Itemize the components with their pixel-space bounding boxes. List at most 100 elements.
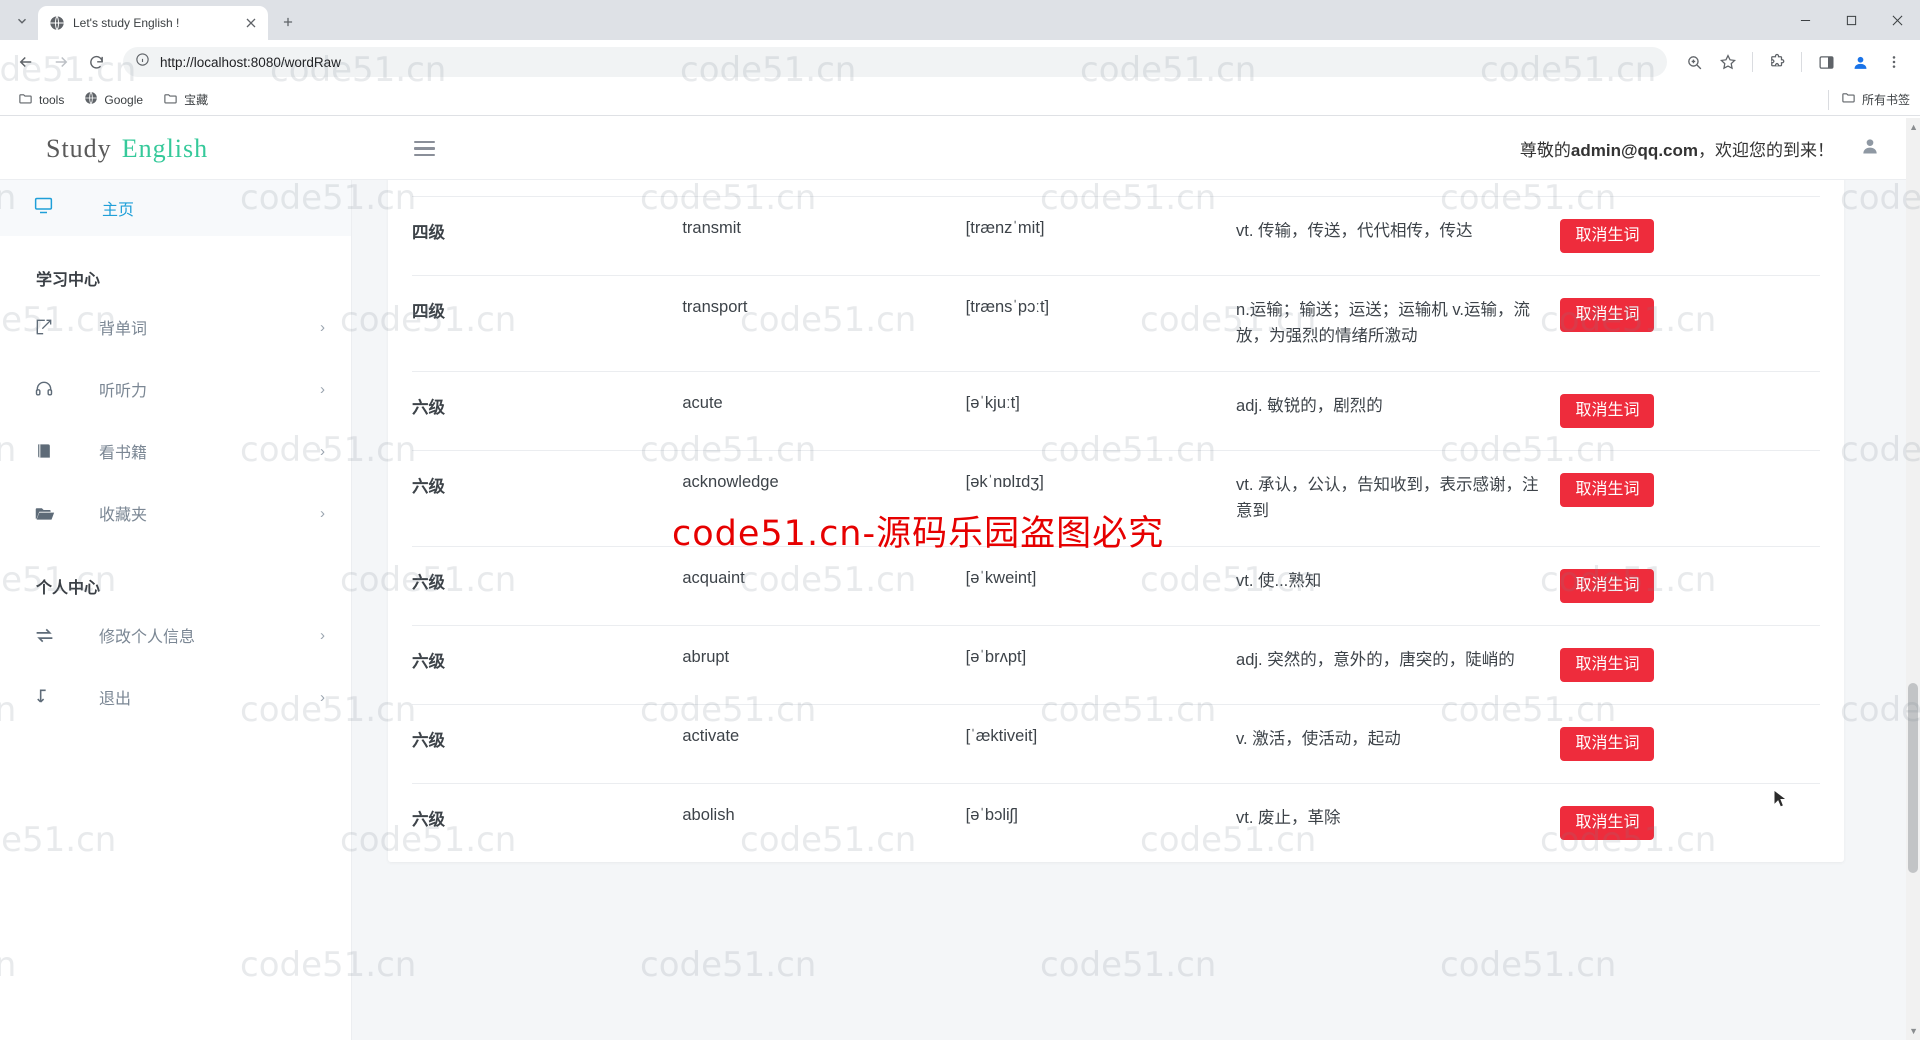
- word-pronunciation: [trænzˈmit]: [965, 196, 1237, 276]
- greeting-suffix: ，欢迎您的到来！: [1698, 141, 1834, 160]
- app-logo[interactable]: Study English: [0, 134, 352, 164]
- browser-tab[interactable]: Let's study English !: [38, 6, 268, 40]
- greeting-prefix: 尊敬的: [1519, 141, 1571, 160]
- sidebar-item-profile-edit[interactable]: 修改个人信息 ›: [0, 604, 351, 666]
- word-pronunciation: [əˈbɔliʃ]: [965, 783, 1237, 863]
- word-meaning: vt. 承认，公认，告知收到，表示感谢，注意到: [1236, 450, 1561, 547]
- url-text: http://localhost:8080/wordRaw: [160, 54, 341, 70]
- table-row[interactable]: 六级 abolish [əˈbɔliʃ] vt. 废止，革除 取消生词: [412, 783, 1820, 863]
- word-meaning: n.运输；输送；运送；运输机 v.运输，流放，为强烈的情绪所激动: [1236, 274, 1561, 372]
- puzzle-icon[interactable]: [1761, 46, 1793, 78]
- forward-button[interactable]: [45, 46, 77, 78]
- page-scrollbar[interactable]: ▲ ▼: [1906, 118, 1920, 1040]
- zoom-icon[interactable]: [1678, 46, 1710, 78]
- scrollbar-thumb[interactable]: [1908, 683, 1918, 873]
- word-pronunciation: [əkˈnɒlɪdʒ]: [965, 450, 1237, 547]
- table-row[interactable]: 六级 acknowledge [əkˈnɒlɪdʒ] vt. 承认，公认，告知收…: [412, 450, 1820, 547]
- logo-study: Study: [46, 133, 112, 163]
- cancel-newword-button[interactable]: 取消生词: [1560, 806, 1655, 841]
- table-row[interactable]: 六级 activate [ˈæktiveit] v. 激活，使活动，起动 取消生…: [412, 704, 1820, 784]
- word-level: 六级: [412, 546, 683, 626]
- sidebar-item-listening[interactable]: 听听力 ›: [0, 358, 351, 420]
- greeting-text: 尊敬的admin@qq.com，欢迎您的到来！: [1520, 136, 1834, 161]
- word-meaning: adj. 突然的，意外的，唐突的，陡峭的: [1236, 625, 1561, 705]
- scroll-down-icon[interactable]: ▼: [1909, 1026, 1918, 1036]
- folder-icon: [163, 91, 178, 109]
- panel-icon[interactable]: [1810, 46, 1842, 78]
- star-icon[interactable]: [1712, 46, 1744, 78]
- word-text: abrupt: [682, 625, 966, 705]
- table-row[interactable]: 四级 transmit [trænzˈmit] vt. 传输，传送，代代相传，传…: [412, 196, 1820, 276]
- minimize-button[interactable]: [1782, 0, 1828, 40]
- bookmark-tools[interactable]: tools: [10, 87, 72, 113]
- monitor-icon: [33, 195, 54, 221]
- address-bar[interactable]: http://localhost:8080/wordRaw: [123, 47, 1667, 77]
- cancel-newword-button[interactable]: 取消生词: [1560, 727, 1655, 762]
- logo-english: English: [121, 133, 209, 163]
- main-content: 四级 dispose [dɪˈspəʊz] vt. 倾向于，处置 取消生词 四级…: [352, 180, 1920, 1040]
- word-text: acute: [682, 371, 966, 451]
- hamburger-icon[interactable]: [414, 140, 435, 157]
- word-pronunciation: [əˈbrʌpt]: [965, 625, 1237, 705]
- sidebar-item-logout[interactable]: 退出 ›: [0, 666, 351, 728]
- site-info-icon[interactable]: [135, 52, 150, 72]
- word-action-cell: 取消生词: [1560, 371, 1820, 451]
- back-button[interactable]: [10, 46, 42, 78]
- chevron-right-icon: ›: [320, 442, 325, 460]
- cancel-newword-button[interactable]: 取消生词: [1560, 219, 1655, 253]
- word-meaning: vt. 传输，传送，代代相传，传达: [1236, 196, 1561, 276]
- globe-icon: [84, 91, 98, 108]
- word-level: 四级: [412, 180, 682, 197]
- close-window-button[interactable]: [1874, 0, 1920, 40]
- table-row[interactable]: 六级 acute [əˈkjuːt] adj. 敏锐的，剧烈的 取消生词: [412, 371, 1820, 451]
- page-viewport: Study English 尊敬的admin@qq.com，欢迎您的到来！ 主页 …: [0, 118, 1920, 1040]
- new-tab-button[interactable]: [274, 8, 302, 36]
- table-row[interactable]: 六级 abrupt [əˈbrʌpt] adj. 突然的，意外的，唐突的，陡峭的…: [412, 625, 1820, 705]
- cancel-newword-button[interactable]: 取消生词: [1560, 473, 1655, 508]
- tab-strip: Let's study English !: [0, 0, 1920, 40]
- word-action-cell: 取消生词: [1560, 196, 1820, 276]
- sidebar-item-home[interactable]: 主页: [0, 180, 351, 236]
- word-meaning: vt. 废止，革除: [1236, 783, 1561, 863]
- sidebar-item-label: 修改个人信息: [99, 629, 196, 646]
- close-icon[interactable]: [242, 14, 260, 32]
- word-table: 四级 dispose [dɪˈspəʊz] vt. 倾向于，处置 取消生词 四级…: [412, 180, 1820, 863]
- word-meaning: adj. 敏锐的，剧烈的: [1236, 371, 1561, 451]
- word-level: 六级: [412, 450, 683, 547]
- cancel-newword-button[interactable]: 取消生词: [1560, 298, 1655, 332]
- bookmark-label: Google: [104, 92, 144, 107]
- maximize-button[interactable]: [1828, 0, 1874, 40]
- bookmark-baozang[interactable]: 宝藏: [155, 87, 216, 113]
- table-row[interactable]: 四级 transport [trænsˈpɔːt] n.运输；输送；运送；运输机…: [412, 274, 1820, 372]
- sidebar-item-favorites[interactable]: 收藏夹 ›: [0, 482, 351, 544]
- word-list-card: 四级 dispose [dɪˈspəʊz] vt. 倾向于，处置 取消生词 四级…: [388, 180, 1844, 863]
- sidebar-item-books[interactable]: 看书籍 ›: [0, 420, 351, 482]
- toolbar-actions: [1678, 46, 1910, 78]
- scroll-up-icon[interactable]: ▲: [1909, 122, 1918, 132]
- three-dot-menu-icon[interactable]: [1878, 46, 1910, 78]
- bookmark-google[interactable]: Google: [76, 87, 151, 112]
- toolbar-divider: [1752, 52, 1753, 72]
- sidebar-item-words[interactable]: 背单词 ›: [0, 296, 351, 358]
- cancel-newword-button[interactable]: 取消生词: [1560, 648, 1655, 683]
- sidebar-item-label: 背单词: [99, 321, 148, 338]
- reload-button[interactable]: [80, 46, 112, 78]
- browser-toolbar: http://localhost:8080/wordRaw: [0, 40, 1920, 84]
- sidebar-item-label: 收藏夹: [99, 507, 148, 524]
- tab-search-button[interactable]: [8, 7, 36, 35]
- table-row[interactable]: 六级 acquaint [əˈkweint] vt. 使...熟知 取消生词: [412, 546, 1820, 626]
- word-pronunciation: [əˈkweint]: [965, 546, 1237, 626]
- table-row[interactable]: 四级 dispose [dɪˈspəʊz] vt. 倾向于，处置 取消生词: [412, 180, 1820, 197]
- sidebar-item-label: 退出: [99, 691, 132, 708]
- user-avatar-icon[interactable]: [1860, 136, 1880, 161]
- chevron-right-icon: ›: [320, 688, 325, 706]
- chevron-right-icon: ›: [320, 504, 325, 522]
- cancel-newword-button[interactable]: 取消生词: [1560, 394, 1655, 429]
- profile-avatar-icon[interactable]: [1844, 46, 1876, 78]
- bookmarks-bar: tools Google 宝藏 所有书签: [0, 84, 1920, 116]
- cancel-newword-button[interactable]: 取消生词: [1560, 569, 1655, 604]
- all-bookmarks-button[interactable]: 所有书签: [1822, 89, 1910, 110]
- word-meaning: v. 激活，使活动，起动: [1236, 704, 1561, 784]
- word-text: abolish: [682, 783, 966, 863]
- sidebar-group-title-study: 学习中心: [36, 272, 101, 289]
